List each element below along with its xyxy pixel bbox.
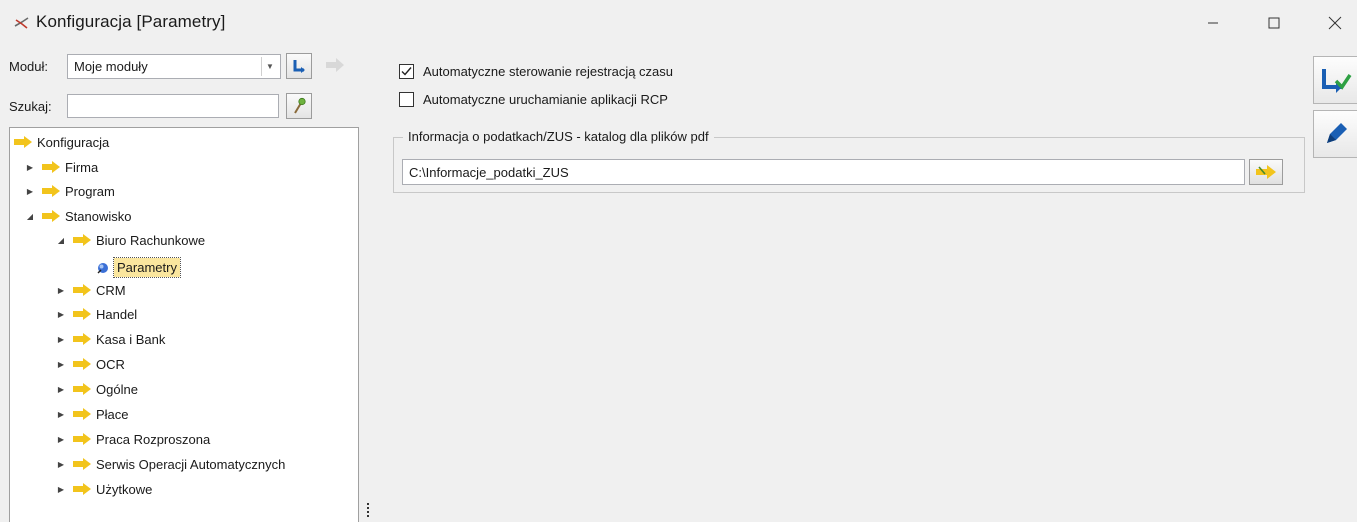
modul-select[interactable]: Moje moduły ▼: [67, 54, 281, 79]
folder-arrow-icon: [326, 58, 344, 72]
save-icon: [1321, 69, 1351, 93]
modul-select-value: Moje moduły: [74, 59, 148, 74]
folder-icon: [73, 383, 91, 395]
tree-item-program[interactable]: ▶ Program: [24, 179, 115, 203]
tree-item-label: Handel: [96, 306, 138, 322]
wrench-icon: [14, 17, 29, 29]
auto-rcp-checkbox[interactable]: [399, 92, 414, 107]
browse-folder-button[interactable]: [1249, 159, 1283, 185]
tree-item-label: Ogólne: [96, 381, 138, 397]
collapse-icon[interactable]: ◢: [24, 210, 36, 222]
edit-button[interactable]: [1313, 110, 1357, 158]
tree-item-label: Firma: [65, 159, 99, 175]
parameters-icon: [97, 263, 108, 274]
auto-time-checkbox[interactable]: [399, 64, 414, 79]
pdf-directory-input[interactable]: C:\Informacje_podatki_ZUS: [402, 159, 1245, 185]
folder-icon: [73, 234, 91, 246]
tree-item-firma[interactable]: ▶ Firma: [24, 155, 98, 179]
pdf-directory-value: C:\Informacje_podatki_ZUS: [409, 165, 569, 180]
search-label: Szukaj:: [9, 99, 52, 114]
tree-root-label: Konfiguracja: [37, 134, 110, 150]
collapse-icon[interactable]: ◢: [55, 234, 67, 246]
tree-item-uzytkowe[interactable]: ▶ Użytkowe: [55, 477, 152, 501]
expand-icon[interactable]: ▶: [55, 308, 67, 320]
maximize-button[interactable]: [1249, 0, 1299, 46]
refresh-icon: [293, 60, 305, 73]
tree-root[interactable]: Konfiguracja: [14, 130, 109, 154]
browse-folder-icon: [1256, 165, 1276, 179]
edit-icon: [1326, 123, 1347, 143]
folder-icon: [42, 161, 60, 173]
folder-icon: [73, 408, 91, 420]
search-icon: [294, 97, 306, 114]
minimize-icon: [1208, 22, 1218, 24]
tree-item-label: Stanowisko: [65, 208, 132, 224]
close-button[interactable]: [1310, 0, 1357, 46]
folder-icon: [73, 284, 91, 296]
expand-icon[interactable]: ▶: [24, 185, 36, 197]
tree-item-ogolne[interactable]: ▶ Ogólne: [55, 377, 138, 401]
disabled-toolbar-button[interactable]: [322, 53, 348, 79]
tree-item-label: Kasa i Bank: [96, 331, 166, 347]
auto-rcp-label[interactable]: Automatyczne uruchamianie aplikacji RCP: [423, 92, 668, 107]
tree-item-kasa-i-bank[interactable]: ▶ Kasa i Bank: [55, 327, 165, 351]
refresh-button[interactable]: [286, 53, 312, 79]
folder-icon: [73, 358, 91, 370]
expand-icon[interactable]: ▶: [55, 483, 67, 495]
title-bar: Konfiguracja [Parametry]: [0, 0, 1357, 46]
search-button[interactable]: [286, 93, 312, 119]
tree-item-handel[interactable]: ▶ Handel: [55, 302, 137, 326]
expand-icon[interactable]: ▶: [55, 358, 67, 370]
maximize-icon: [1268, 17, 1280, 29]
search-input[interactable]: [67, 94, 279, 118]
tree-item-crm[interactable]: ▶ CRM: [55, 278, 126, 302]
tree-item-label: Program: [65, 183, 115, 199]
expand-icon[interactable]: ▶: [55, 284, 67, 296]
expand-icon[interactable]: ▶: [55, 383, 67, 395]
folder-icon: [73, 483, 91, 495]
modul-label: Moduł:: [9, 59, 49, 74]
expand-icon[interactable]: ▶: [55, 333, 67, 345]
tree-item-praca-rozproszona[interactable]: ▶ Praca Rozproszona: [55, 427, 210, 451]
tree-item-label: Parametry: [113, 256, 181, 278]
panel-splitter[interactable]: [367, 503, 370, 521]
save-button[interactable]: [1313, 56, 1357, 104]
configuration-tree[interactable]: Konfiguracja ▶ Firma ▶ Program ◢ Stanowi…: [9, 127, 359, 522]
tree-item-serwis-operacji[interactable]: ▶ Serwis Operacji Automatycznych: [55, 452, 285, 476]
expand-icon[interactable]: ▶: [55, 408, 67, 420]
tree-item-parametry[interactable]: Parametry: [95, 255, 181, 279]
tree-item-biuro-rachunkowe[interactable]: ◢ Biuro Rachunkowe: [55, 228, 205, 252]
tree-item-stanowisko[interactable]: ◢ Stanowisko: [24, 204, 132, 228]
tree-item-label: Praca Rozproszona: [96, 431, 211, 447]
folder-icon: [14, 136, 32, 148]
folder-icon: [73, 308, 91, 320]
folder-icon: [73, 433, 91, 445]
expand-icon[interactable]: ▶: [55, 458, 67, 470]
chevron-down-icon[interactable]: ▼: [261, 57, 278, 76]
expand-icon[interactable]: ▶: [55, 433, 67, 445]
tree-item-label: Użytkowe: [96, 481, 153, 497]
folder-icon: [42, 210, 60, 222]
tree-item-label: OCR: [96, 356, 125, 372]
tree-item-label: CRM: [96, 282, 126, 298]
tree-item-ocr[interactable]: ▶ OCR: [55, 352, 125, 376]
minimize-button[interactable]: [1188, 0, 1238, 46]
window-title: Konfiguracja [Parametry]: [36, 12, 226, 31]
close-icon: [1328, 16, 1342, 30]
tree-item-label: Serwis Operacji Automatycznych: [96, 456, 286, 472]
tree-item-label: Płace: [96, 406, 129, 422]
expand-icon[interactable]: ▶: [24, 161, 36, 173]
tree-item-label: Biuro Rachunkowe: [96, 232, 206, 248]
auto-time-label[interactable]: Automatyczne sterowanie rejestracją czas…: [423, 64, 673, 79]
folder-icon: [42, 185, 60, 197]
tree-item-place[interactable]: ▶ Płace: [55, 402, 129, 426]
folder-icon: [73, 458, 91, 470]
tax-info-group-title: Informacja o podatkach/ZUS - katalog dla…: [403, 129, 714, 144]
folder-icon: [73, 333, 91, 345]
checkmark-icon: [401, 67, 412, 76]
